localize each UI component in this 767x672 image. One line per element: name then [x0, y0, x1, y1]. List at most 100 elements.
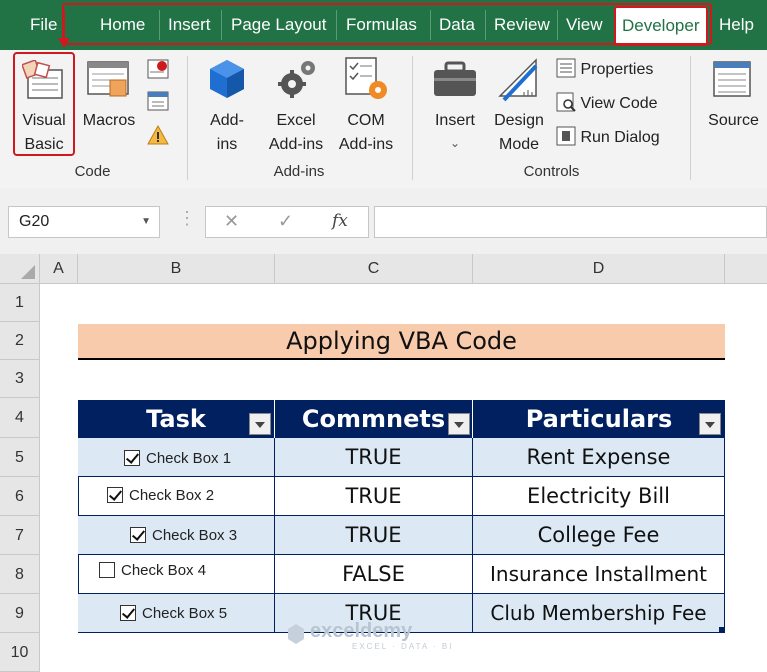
check-box-2[interactable]: Check Box 2 — [107, 487, 214, 504]
table-cell-comment[interactable]: FALSE — [275, 555, 473, 594]
sheet-banner-title[interactable]: Applying VBA Code — [78, 324, 725, 360]
tab-help[interactable]: Help — [719, 0, 754, 50]
row-header-7[interactable]: 7 — [0, 516, 40, 555]
visual-basic-button[interactable]: Visual Basic — [13, 52, 75, 156]
excel-add-ins-label-line2: Add-ins — [268, 136, 324, 153]
properties-icon — [556, 58, 576, 78]
row-header-2[interactable]: 2 — [0, 322, 40, 360]
checkbox-icon[interactable] — [99, 562, 115, 578]
checkbox-icon[interactable] — [107, 487, 123, 503]
com-add-ins-label-line1: COM — [347, 112, 385, 129]
excel-add-ins-button[interactable]: Excel Add-ins — [262, 52, 330, 156]
view-code-button[interactable]: View Code — [556, 92, 658, 113]
enter-icon[interactable]: ✓ — [278, 211, 293, 232]
filter-dropdown-task[interactable] — [249, 413, 271, 435]
macros-button[interactable]: Macros — [78, 52, 140, 156]
select-all-corner[interactable] — [0, 254, 40, 284]
row-header-9[interactable]: 9 — [0, 594, 40, 633]
view-code-label: View Code — [580, 95, 658, 112]
filter-dropdown-comments[interactable] — [448, 413, 470, 435]
tab-page-layout[interactable]: Page Layout — [231, 0, 326, 50]
ribbon-tab-bar: File Home Insert Page Layout Formulas Da… — [0, 0, 767, 50]
row-header-8[interactable]: 8 — [0, 555, 40, 594]
select-all-triangle-icon — [21, 265, 35, 279]
tab-separator — [485, 10, 486, 40]
visual-basic-label-line2: Basic — [24, 136, 64, 153]
insert-controls-button[interactable]: Insert ⌄ — [424, 52, 486, 156]
column-header-d[interactable]: D — [473, 254, 725, 284]
check-box-4[interactable]: Check Box 4 — [99, 562, 206, 579]
table-header-particulars-label: Particulars — [525, 405, 673, 433]
tab-formulas[interactable]: Formulas — [346, 0, 417, 50]
table-cell-particular[interactable]: College Fee — [473, 516, 725, 555]
formula-bar: G20 ▼ ⋮ ✕ ✓ fx — [0, 188, 767, 254]
run-dialog-button[interactable]: Run Dialog — [556, 126, 660, 147]
check-box-5[interactable]: Check Box 5 — [120, 605, 227, 622]
properties-button[interactable]: Properties — [556, 58, 653, 79]
table-header-task[interactable]: Task — [78, 400, 275, 438]
chevron-down-icon: ⌄ — [449, 136, 461, 150]
check-box-1[interactable]: Check Box 1 — [124, 450, 231, 467]
row-header-6[interactable]: 6 — [0, 477, 40, 516]
checkbox-icon[interactable] — [120, 605, 136, 621]
watermark-brand: exceldemy — [310, 620, 413, 642]
filter-dropdown-particulars[interactable] — [699, 413, 721, 435]
table-resize-handle[interactable] — [719, 627, 724, 632]
column-header-c[interactable]: C — [275, 254, 473, 284]
cancel-icon[interactable]: ✕ — [224, 211, 239, 232]
check-box-label: Check Box 3 — [152, 527, 238, 544]
add-ins-button[interactable]: Add- ins — [196, 52, 258, 156]
caret-down-icon[interactable]: ▼ — [141, 207, 151, 237]
check-box-3[interactable]: Check Box 3 — [130, 527, 237, 544]
com-add-ins-button[interactable]: COM Add-ins — [332, 52, 400, 156]
table-cell-particular[interactable]: Club Membership Fee — [473, 594, 725, 633]
tab-separator — [221, 10, 222, 40]
add-ins-label-line2: ins — [216, 136, 238, 153]
tab-insert[interactable]: Insert — [168, 0, 211, 50]
ribbon-separator — [187, 56, 188, 180]
tab-separator — [159, 10, 160, 40]
ribbon: Visual Basic Macros Code Add- ins Excel … — [0, 50, 767, 189]
exceldemy-logo-icon — [288, 624, 304, 644]
table-cell-particular[interactable]: Insurance Installment — [473, 555, 725, 594]
run-dialog-label: Run Dialog — [580, 129, 660, 146]
row-header-3[interactable]: 3 — [0, 360, 40, 398]
macro-security-warning-icon[interactable] — [146, 124, 170, 146]
column-header-a[interactable]: A — [40, 254, 78, 284]
checkbox-icon[interactable] — [130, 527, 146, 543]
checkbox-icon[interactable] — [124, 450, 140, 466]
insert-function-icon[interactable]: fx — [332, 211, 348, 231]
formula-input[interactable] — [374, 206, 767, 238]
design-mode-button[interactable]: Design Mode — [488, 52, 550, 156]
table-cell-particular[interactable]: Rent Expense — [473, 438, 725, 477]
row-header-10[interactable]: 10 — [0, 633, 40, 672]
row-header-5[interactable]: 5 — [0, 438, 40, 477]
tab-review[interactable]: Review — [494, 0, 550, 50]
column-header-b[interactable]: B — [78, 254, 275, 284]
table-header-comments[interactable]: Commnets — [275, 400, 473, 438]
table-cell-comment[interactable]: TRUE — [275, 477, 473, 516]
worksheet-grid: A B C D 1 2 3 4 5 6 7 8 9 10 Applying VB… — [0, 254, 767, 672]
tab-data[interactable]: Data — [439, 0, 475, 50]
relative-references-icon[interactable] — [146, 90, 170, 112]
gear-icon — [278, 61, 315, 98]
xml-source-button[interactable]: Source — [700, 52, 767, 156]
table-cell-comment[interactable]: TRUE — [275, 438, 473, 477]
tab-developer[interactable]: Developer — [614, 6, 708, 46]
tab-home[interactable]: Home — [100, 0, 145, 50]
properties-label: Properties — [580, 61, 654, 78]
design-mode-label-line1: Design — [494, 112, 544, 129]
row-header-4[interactable]: 4 — [0, 398, 40, 438]
macros-label: Macros — [82, 112, 136, 129]
record-macro-icon[interactable] — [146, 58, 170, 80]
com-add-ins-label-line2: Add-ins — [338, 136, 394, 153]
add-ins-cube-icon — [210, 60, 244, 98]
table-header-particulars[interactable]: Particulars — [473, 400, 725, 438]
row-header-1[interactable]: 1 — [0, 284, 40, 322]
table-cell-particular[interactable]: Electricity Bill — [473, 477, 725, 516]
toolbox-icon — [434, 61, 476, 96]
name-box[interactable]: G20 ▼ — [8, 206, 160, 238]
table-cell-comment[interactable]: TRUE — [275, 516, 473, 555]
excel-add-ins-label-line1: Excel — [276, 112, 316, 129]
tab-view[interactable]: View — [566, 0, 603, 50]
